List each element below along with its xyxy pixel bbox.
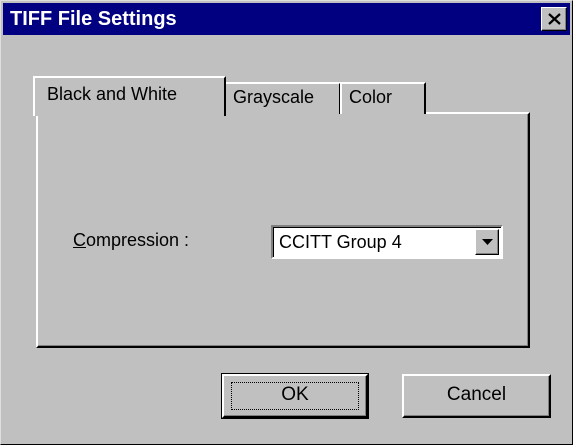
tab-label: Color xyxy=(349,87,393,107)
close-icon xyxy=(548,13,561,25)
chevron-down-icon xyxy=(482,239,493,245)
tab-label: Black and White xyxy=(47,84,178,104)
compression-select[interactable]: CCITT Group 4 xyxy=(271,225,503,259)
compression-label: Compression : xyxy=(73,229,189,251)
tab-label: Grayscale xyxy=(233,87,315,107)
compression-label-text: ompression : xyxy=(86,230,190,250)
close-button[interactable] xyxy=(541,7,567,31)
compression-select-value: CCITT Group 4 xyxy=(279,232,402,252)
tab-grayscale[interactable]: Grayscale xyxy=(224,82,341,114)
title-bar[interactable]: TIFF File Settings xyxy=(3,3,570,35)
ok-button-label: OK xyxy=(281,384,309,405)
dialog-title: TIFF File Settings xyxy=(10,8,177,30)
cancel-button[interactable]: Cancel xyxy=(402,374,551,418)
tab-black-and-white[interactable]: Black and White xyxy=(33,76,226,116)
compression-label-mnemonic: C xyxy=(73,230,86,250)
tab-color[interactable]: Color xyxy=(340,82,426,114)
cancel-button-label: Cancel xyxy=(446,384,507,405)
compression-dropdown-button[interactable] xyxy=(475,229,499,255)
ok-button[interactable]: OK xyxy=(221,373,369,419)
